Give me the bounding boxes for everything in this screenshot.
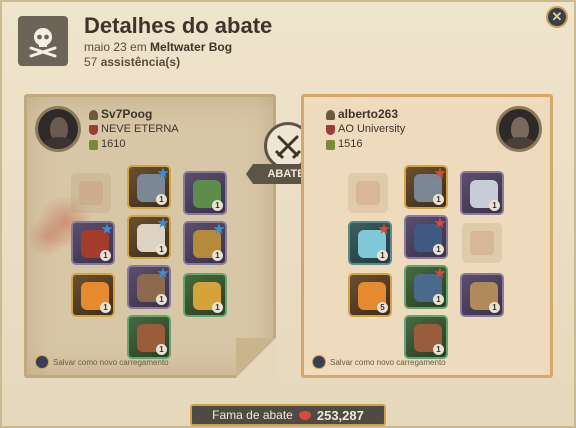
victim-armor-slot[interactable]: 1 [404, 215, 448, 259]
item-quantity: 1 [156, 194, 167, 205]
player-icon [89, 109, 98, 120]
save-icon [312, 355, 326, 369]
item-quantity: 1 [433, 344, 444, 355]
empty-bag-slot [71, 173, 111, 213]
killer-panel: Sv7Poog NEVE ETERNA 1610 1 1 1 1 1 1 1 1… [24, 94, 276, 378]
kill-fame-bar: Fama de abate 253,287 [190, 404, 386, 426]
item-quantity: 1 [212, 200, 223, 211]
item-quantity: 1 [156, 244, 167, 255]
fame-gem-icon [298, 410, 311, 420]
assists-label: assistência(s) [100, 55, 181, 69]
item-quantity: 1 [100, 302, 111, 313]
item-quantity: 1 [156, 294, 167, 305]
killer-armor-slot[interactable]: 1 [127, 215, 171, 259]
item-power-icon [89, 139, 98, 150]
item-quantity: 1 [433, 194, 444, 205]
save-loadout-label: Salvar como novo carregamento [330, 357, 446, 367]
item-quantity: 5 [377, 302, 388, 313]
killer-weapon-slot[interactable]: 1 [71, 221, 115, 265]
kill-location: Meltwater Bog [150, 40, 233, 54]
killer-cape-slot[interactable]: 1 [183, 171, 227, 215]
item-quantity: 1 [212, 302, 223, 313]
empty-bag-slot [348, 173, 388, 213]
victim-food-slot[interactable]: 1 [460, 273, 504, 317]
kill-fame-value: 253,287 [316, 407, 364, 423]
kill-details-window: Detalhes do abate maio 23 em Meltwater B… [0, 0, 576, 428]
killer-mount-slot[interactable]: 1 [127, 315, 171, 359]
killer-offhand-slot[interactable]: 1 [183, 221, 227, 265]
killer-save-loadout-button[interactable]: Salvar como novo carregamento [35, 355, 169, 369]
victim-panel: alberto263 AO University 1516 1 1 1 1 5 … [301, 94, 553, 378]
killer-potion-slot[interactable]: 1 [71, 273, 115, 317]
close-button[interactable]: ✕ [546, 6, 568, 28]
guild-icon [89, 124, 98, 135]
victim-helmet-slot[interactable]: 1 [404, 165, 448, 209]
player-icon [326, 109, 335, 120]
page-title: Detalhes do abate [84, 13, 273, 38]
killer-item-power: 1610 [101, 138, 126, 150]
killer-avatar[interactable] [35, 106, 81, 152]
item-quantity: 1 [489, 200, 500, 211]
killer-food-slot[interactable]: 1 [183, 273, 227, 317]
victim-avatar[interactable] [496, 106, 542, 152]
victim-boots-slot[interactable]: 1 [404, 265, 448, 309]
victim-potion-slot[interactable]: 5 [348, 273, 392, 317]
item-quantity: 1 [489, 302, 500, 313]
item-quantity: 1 [377, 250, 388, 261]
assists-number: 57 [84, 55, 98, 69]
skull-crossbones-icon [18, 16, 68, 66]
item-quantity: 1 [212, 250, 223, 261]
item-quantity: 1 [433, 294, 444, 305]
victim-save-loadout-button[interactable]: Salvar como novo carregamento [312, 355, 446, 369]
victim-mount-slot[interactable]: 1 [404, 315, 448, 359]
item-power-icon [326, 139, 335, 150]
guild-icon [326, 124, 335, 135]
killer-boots-slot[interactable]: 1 [127, 265, 171, 309]
item-quantity: 1 [100, 250, 111, 261]
save-icon [35, 355, 49, 369]
victim-info: alberto263 AO University 1516 [326, 107, 405, 152]
victim-name[interactable]: alberto263 [338, 107, 398, 122]
killer-name[interactable]: Sv7Poog [101, 107, 152, 122]
victim-guild[interactable]: AO University [338, 122, 405, 137]
kill-date-location: maio 23 em Meltwater Bog [84, 40, 232, 54]
close-icon: ✕ [551, 9, 563, 24]
victim-weapon-slot[interactable]: 1 [348, 221, 392, 265]
empty-offhand-slot [462, 223, 502, 263]
killer-helmet-slot[interactable]: 1 [127, 165, 171, 209]
victim-item-power: 1516 [338, 138, 363, 150]
item-quantity: 1 [433, 244, 444, 255]
assists-count: 57 assistência(s) [84, 55, 180, 69]
save-loadout-label: Salvar como novo carregamento [53, 357, 169, 367]
killer-guild[interactable]: NEVE ETERNA [101, 122, 179, 137]
item-quantity: 1 [156, 344, 167, 355]
victim-cape-slot[interactable]: 1 [460, 171, 504, 215]
kill-fame-label: Fama de abate [212, 408, 293, 422]
killer-info: Sv7Poog NEVE ETERNA 1610 [89, 107, 179, 152]
kill-date: maio 23 em [84, 40, 147, 54]
